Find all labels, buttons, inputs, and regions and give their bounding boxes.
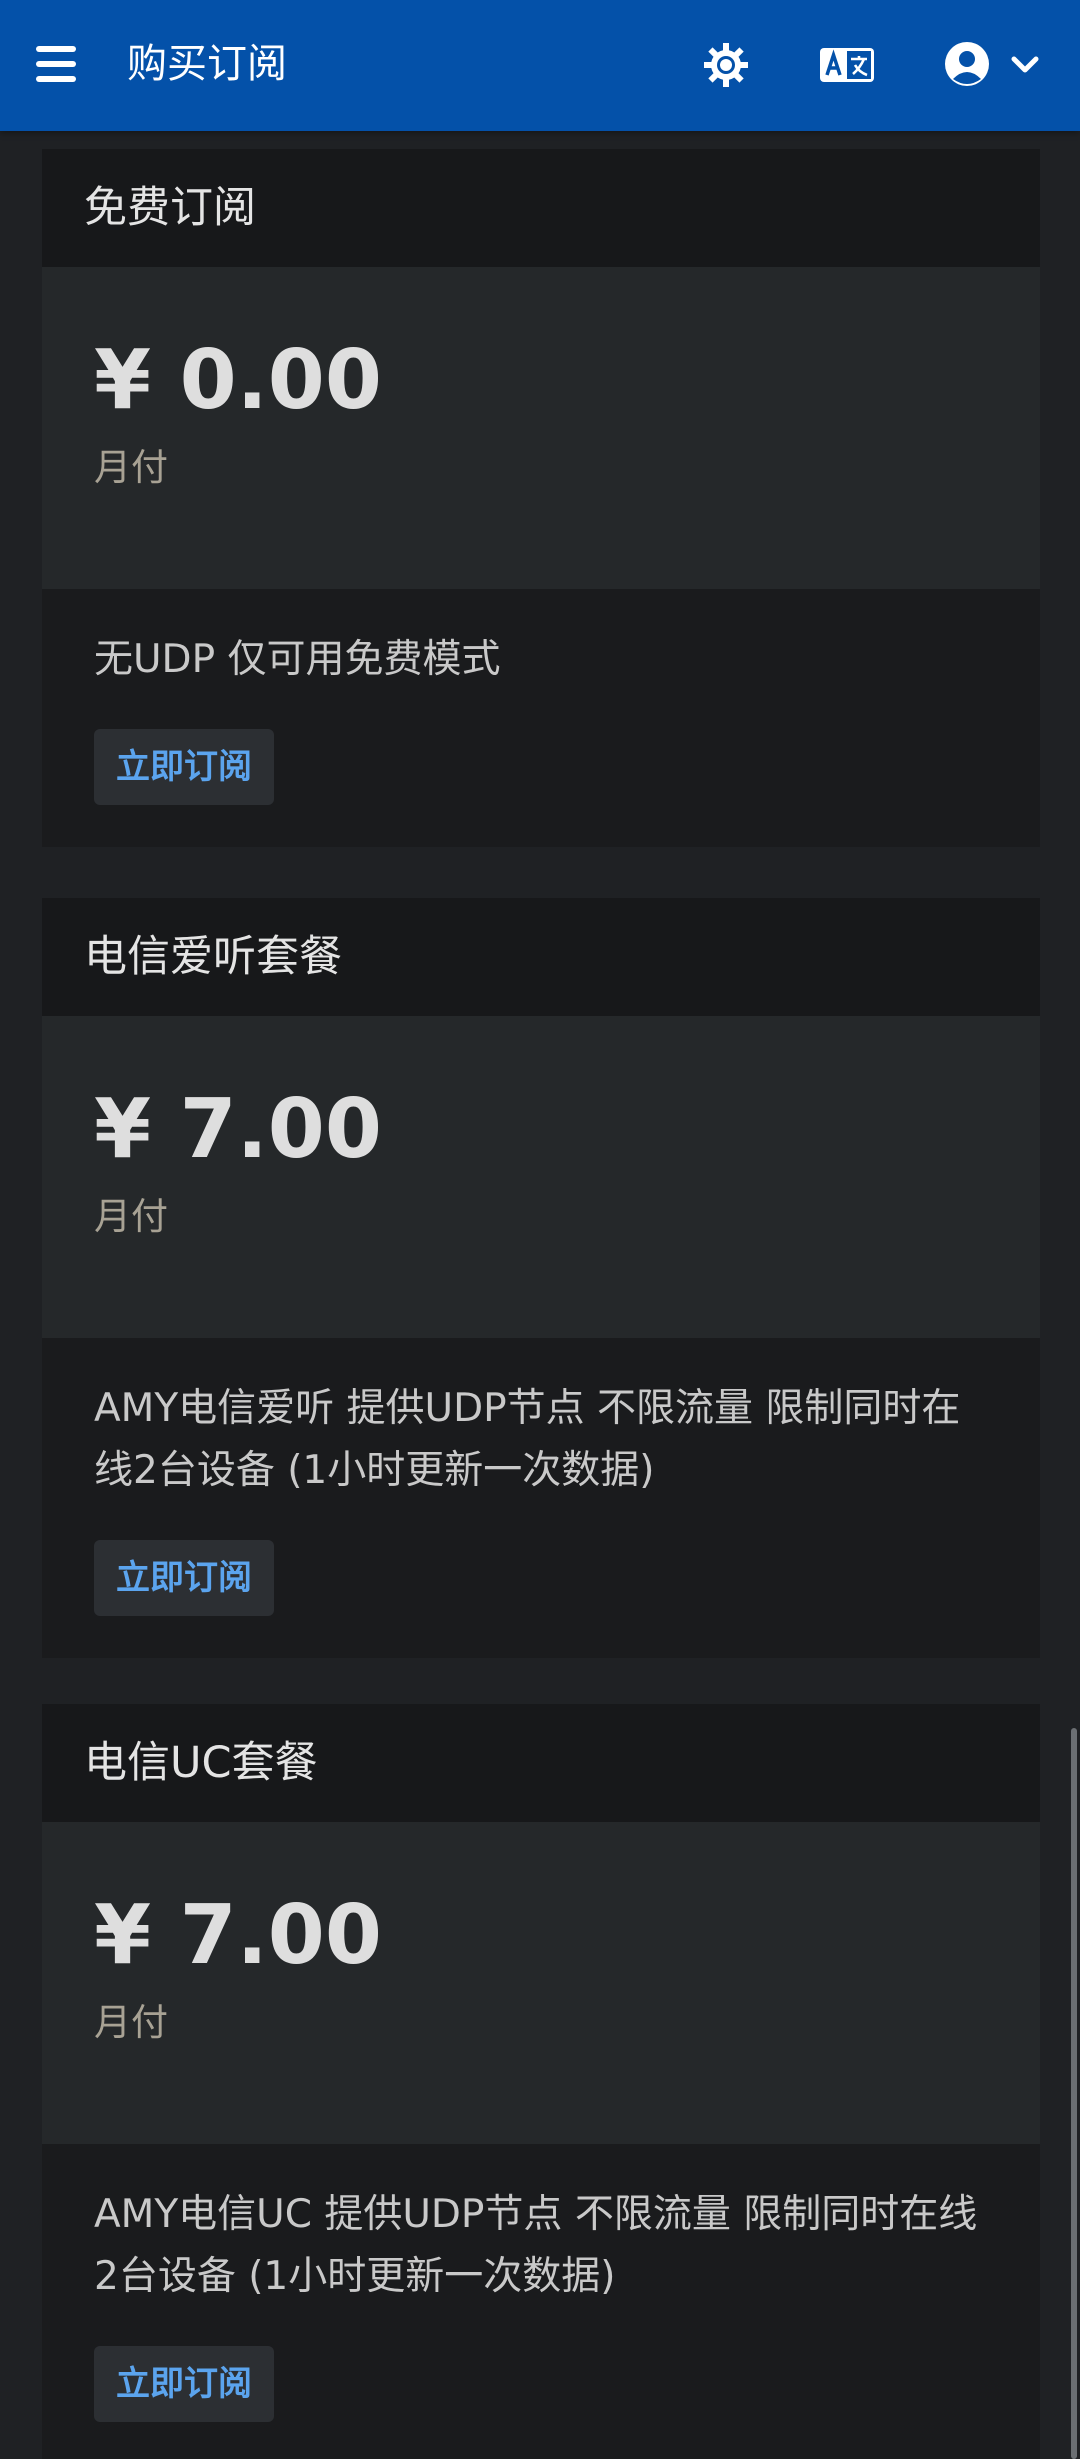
page-title: 购买订阅 xyxy=(127,41,287,87)
plan-body: 无UDP 仅可用免费模式 立即订阅 xyxy=(42,589,1040,847)
theme-toggle-icon[interactable] xyxy=(704,43,748,87)
menu-icon[interactable] xyxy=(36,46,76,82)
plan-name: 电信UC套餐 xyxy=(42,1704,1040,1822)
user-icon[interactable] xyxy=(944,41,990,87)
plan-name: 免费订阅 xyxy=(42,149,1040,267)
subscribe-button[interactable]: 立即订阅 xyxy=(94,1540,274,1616)
translate-icon[interactable] xyxy=(820,48,874,82)
plan-description: AMY电信爱听 提供UDP节点 不限流量 限制同时在线2台设备 (1小时更新一次… xyxy=(94,1386,961,1493)
plan-price-section: ¥ 7.00 月付 xyxy=(42,1016,1040,1338)
subscribe-button[interactable]: 立即订阅 xyxy=(94,729,274,805)
plan-description: 无UDP 仅可用免费模式 xyxy=(94,637,501,682)
plan-price: ¥ 7.00 xyxy=(94,1082,382,1177)
chevron-down-icon[interactable] xyxy=(1010,54,1040,76)
plan-price-section: ¥ 0.00 月付 xyxy=(42,267,1040,589)
plan-price: ¥ 0.00 xyxy=(94,333,382,428)
plan-name: 电信爱听套餐 xyxy=(42,898,1040,1016)
plan-body: AMY电信UC 提供UDP节点 不限流量 限制同时在线2台设备 (1小时更新一次… xyxy=(42,2144,1040,2459)
plan-period: 月付 xyxy=(94,446,168,489)
plan-body: AMY电信爱听 提供UDP节点 不限流量 限制同时在线2台设备 (1小时更新一次… xyxy=(42,1338,1040,1658)
plan-card: 电信爱听套餐 ¥ 7.00 月付 AMY电信爱听 提供UDP节点 不限流量 限制… xyxy=(42,898,1040,1658)
plan-period: 月付 xyxy=(94,1195,168,1238)
top-app-bar: 购买订阅 xyxy=(0,0,1080,131)
plan-price-section: ¥ 7.00 月付 xyxy=(42,1822,1040,2144)
plan-card: 免费订阅 ¥ 0.00 月付 无UDP 仅可用免费模式 立即订阅 xyxy=(42,149,1040,847)
plans-list: 免费订阅 ¥ 0.00 月付 无UDP 仅可用免费模式 立即订阅 电信爱听套餐 … xyxy=(0,131,1080,2459)
plan-card: 电信UC套餐 ¥ 7.00 月付 AMY电信UC 提供UDP节点 不限流量 限制… xyxy=(42,1704,1040,2459)
plan-price: ¥ 7.00 xyxy=(94,1888,382,1983)
plan-period: 月付 xyxy=(94,2001,168,2044)
plan-description: AMY电信UC 提供UDP节点 不限流量 限制同时在线2台设备 (1小时更新一次… xyxy=(94,2192,978,2299)
subscribe-button[interactable]: 立即订阅 xyxy=(94,2346,274,2422)
scrollbar[interactable] xyxy=(1071,1728,1077,2459)
